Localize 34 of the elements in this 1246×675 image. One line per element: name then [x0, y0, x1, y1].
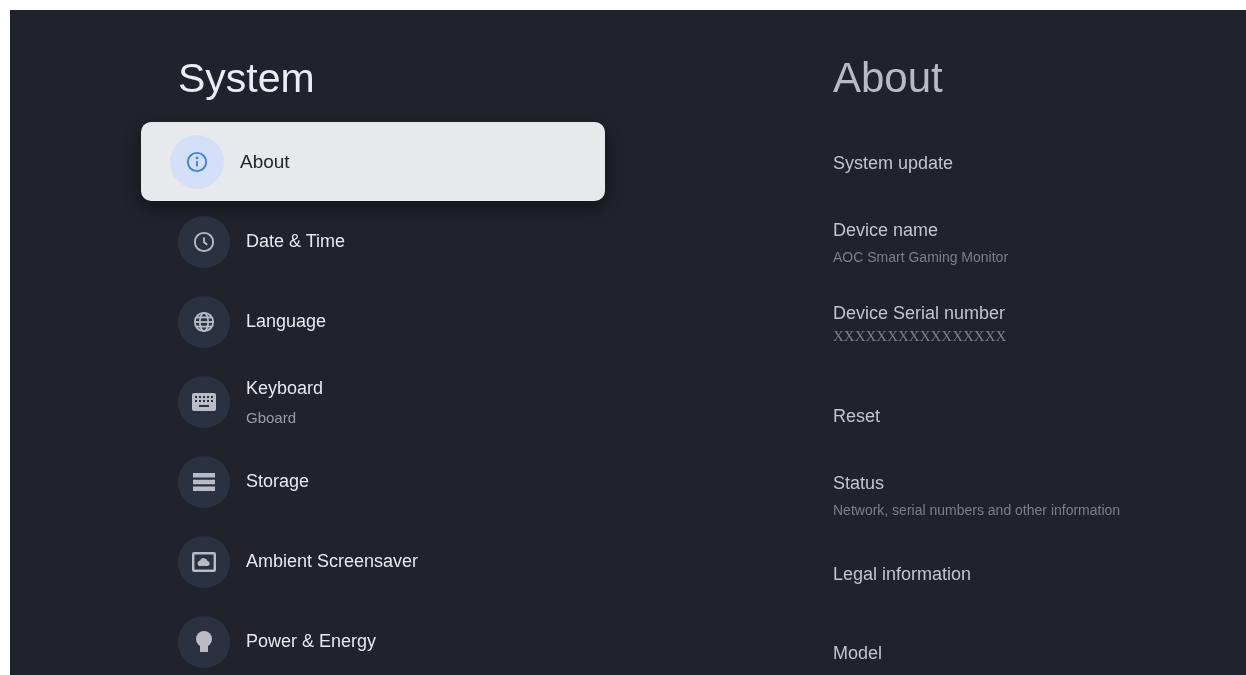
about-item-value: Network, serial numbers and other information [833, 502, 1121, 518]
about-item-label: Status [833, 473, 885, 494]
menu-item[interactable]: Date & Time [141, 202, 605, 281]
about-item-value: AOC Smart Gaming Monitor [833, 249, 1009, 265]
menu-item[interactable]: Power & Energy [141, 602, 605, 675]
menu-item-subtitle: Gboard [246, 408, 298, 426]
menu-item[interactable]: Storage [141, 442, 605, 521]
menu-item-label: Language [246, 311, 327, 332]
keyboard-icon [192, 392, 216, 411]
about-item-label: Model [833, 643, 883, 664]
menu-item-label: Keyboard [246, 377, 324, 399]
info-icon [186, 150, 208, 173]
menu-item[interactable]: Language [141, 282, 605, 361]
menu-item-label: Power & Energy [246, 631, 377, 652]
section-title: About [833, 54, 943, 102]
about-item-label: Device Serial number [833, 303, 1006, 324]
storage-icon [193, 472, 215, 491]
globe-icon [193, 310, 215, 333]
menu-item[interactable]: Ambient Screensaver [141, 522, 605, 601]
menu-item[interactable]: About [141, 122, 605, 201]
page-title: System [178, 56, 315, 100]
menu-item-label: Ambient Screensaver [246, 551, 419, 572]
about-item-label: Legal information [833, 564, 972, 585]
menu-item-label: Storage [246, 471, 310, 492]
about-item-label: System update [833, 153, 954, 174]
about-item-value: XXXXXXXXXXXXXXXX [833, 328, 1007, 345]
menu-item-label: About [240, 150, 290, 173]
menu-item[interactable]: Keyboard Gboard [141, 362, 605, 441]
about-item-label: Device name [833, 220, 939, 241]
screensaver-icon [192, 551, 216, 572]
about-item-label: Reset [833, 406, 881, 427]
menu-item-label: Date & Time [246, 231, 346, 252]
clock-icon [193, 230, 215, 253]
lightbulb-icon [195, 629, 213, 654]
